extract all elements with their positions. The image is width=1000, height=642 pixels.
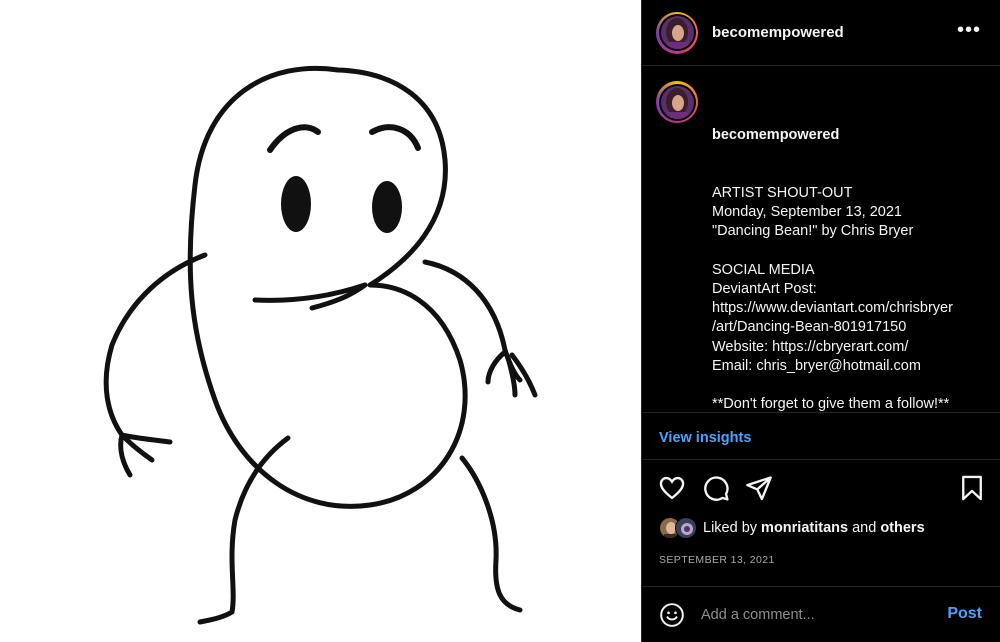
caption-line[interactable]: Email: chris_bryer@hotmail.com (712, 357, 955, 376)
bookmark-icon[interactable] (958, 474, 986, 502)
caption-avatar[interactable] (656, 81, 698, 123)
caption-line: SOCIAL MEDIA (712, 261, 815, 278)
caption-line (712, 242, 955, 261)
likes-row: Liked by monriatitans and others (659, 517, 925, 539)
liker-avatar[interactable] (675, 517, 697, 539)
likes-prefix: Liked by (703, 520, 762, 536)
comment-bar: Post (642, 586, 1000, 642)
caption-line: DeviantArt Post: (712, 281, 817, 298)
post-header: becomempowered ••• (642, 0, 1000, 66)
caption-line: **Don't forget to give them a follow!** (712, 396, 950, 412)
likes-others-link[interactable]: others (880, 520, 924, 536)
caption-line[interactable]: https://www.deviantart.com/chrisbryer (712, 299, 955, 318)
caption-lines: ARTIST SHOUT-OUT Monday, September 13, 20… (712, 184, 955, 412)
insights-row: View insights (642, 412, 1000, 460)
likes-text: Liked by monriatitans and others (703, 520, 925, 536)
likes-middle: and (848, 520, 881, 536)
caption-section: becomempowered ARTIST SHOUT-OUT Monday, S… (642, 67, 1000, 412)
comment-input[interactable] (701, 606, 931, 623)
comment-icon[interactable] (702, 474, 730, 502)
caption-line: ARTIST SHOUT-OUT (712, 185, 853, 202)
liker-portrait-icon (676, 518, 696, 538)
caption-line (712, 376, 955, 395)
share-icon[interactable] (745, 474, 773, 502)
caption-line: "Dancing Bean!" by Chris Bryer (712, 223, 914, 240)
liker-username[interactable]: monriatitans (761, 520, 848, 536)
post-sidebar: becomempowered ••• becomempowered ARTIST… (641, 0, 1000, 642)
heart-icon[interactable] (658, 474, 686, 502)
action-bar (642, 470, 1000, 506)
post-date: SEPTEMBER 13, 2021 (659, 554, 775, 566)
emoji-icon[interactable] (659, 602, 685, 628)
dancing-bean-drawing (103, 65, 538, 625)
profile-portrait-icon (660, 16, 694, 49)
avatar[interactable] (656, 11, 698, 54)
caption-line: /art/Dancing-Bean-801917150 (712, 319, 907, 336)
view-insights-link[interactable]: View insights (659, 430, 751, 446)
caption-line[interactable]: Website: https://cbryerart.com/ (712, 338, 955, 357)
caption-text: becomempowered ARTIST SHOUT-OUT Monday, S… (712, 81, 955, 412)
header-username[interactable]: becomempowered (712, 24, 844, 41)
more-options-icon[interactable]: ••• (957, 20, 981, 40)
caption-line: Monday, September 13, 2021 (712, 204, 902, 221)
post-image[interactable] (0, 0, 641, 642)
post-comment-button[interactable]: Post (947, 605, 982, 623)
caption-username[interactable]: becomempowered (712, 126, 955, 145)
profile-portrait-icon (660, 85, 694, 119)
